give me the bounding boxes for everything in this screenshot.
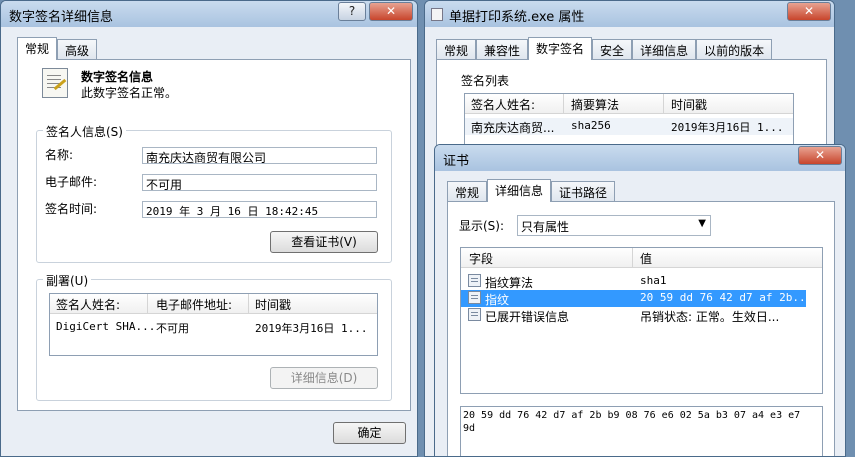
column-field[interactable]: 字段 (469, 250, 493, 267)
countersignature-group-title: 副署(U) (43, 272, 92, 289)
tab-details[interactable]: 详细信息 (632, 39, 697, 59)
list-header: 签名人姓名: 摘要算法 时间戳 (465, 94, 793, 114)
title-bar[interactable]: 单据打印系统.exe 属性 ✕ (425, 1, 834, 27)
tab-compatibility[interactable]: 兼容性 (476, 39, 529, 59)
tab-certification-path[interactable]: 证书路径 (551, 181, 616, 201)
field-list[interactable]: 字段 值 指纹算法 sha1 指纹 20 59 dd 76 42 d7 af 2… (460, 247, 823, 394)
close-button[interactable]: ✕ (369, 2, 413, 21)
window-icon (431, 8, 443, 21)
row-signer-name: DigiCert SHA... (56, 320, 156, 333)
signature-info-title: 数字签名信息 (81, 70, 154, 84)
detail-line: 20 59 dd 76 42 d7 af 2b b9 08 76 e6 02 5… (463, 410, 801, 421)
signing-time-field[interactable]: 2019 年 3 月 16 日 18:42:45 (142, 201, 377, 218)
column-email[interactable]: 电子邮件地址: (156, 296, 232, 313)
list-header: 字段 值 (461, 248, 822, 268)
details-button[interactable]: 详细信息(D) (270, 367, 378, 389)
name-field[interactable]: 南充庆达商贸有限公司 (142, 147, 377, 164)
column-value[interactable]: 值 (640, 250, 652, 267)
certificate-window: 证书 ✕ 常规 详细信息 证书路径 显示(S): 只有属性 ▼ 字段 值 指纹算… (434, 144, 846, 457)
show-select-value: 只有属性 (521, 220, 570, 234)
tab-general[interactable]: 常规 (17, 37, 58, 60)
field-icon (468, 274, 481, 287)
window-title: 单据打印系统.exe 属性 (449, 10, 585, 25)
view-certificate-button[interactable]: 查看证书(V) (270, 231, 378, 253)
title-bar[interactable]: 数字签名详细信息 ? ✕ (1, 1, 417, 27)
tab-details[interactable]: 详细信息 (487, 179, 552, 202)
tab-security[interactable]: 安全 (592, 39, 633, 59)
row-digest-algorithm: sha256 (571, 119, 611, 132)
table-row[interactable]: DigiCert SHA... 不可用 2019年3月16日 1... (50, 319, 377, 336)
signature-list-label: 签名列表 (461, 74, 510, 88)
name-label: 名称: (45, 148, 74, 162)
show-select[interactable]: 只有属性 ▼ (517, 215, 711, 236)
signing-time-label: 签名时间: (45, 202, 98, 216)
column-digest-algorithm[interactable]: 摘要算法 (571, 96, 619, 113)
signature-details-window: 数字签名详细信息 ? ✕ 常规 高级 数字签名信息 此数字签名正常。 签名人信息… (0, 0, 418, 457)
column-signer-name[interactable]: 签名人姓名: (56, 296, 120, 313)
list-header: 签名人姓名: 电子邮件地址: 时间戳 (50, 294, 377, 314)
close-button[interactable]: ✕ (798, 146, 842, 165)
tab-digital-signature[interactable]: 数字签名 (528, 37, 593, 60)
tab-advanced[interactable]: 高级 (57, 39, 98, 59)
window-title: 数字签名详细信息 (9, 10, 114, 25)
list-item[interactable]: 指纹 20 59 dd 76 42 d7 af 2b... (461, 290, 812, 307)
column-timestamp[interactable]: 时间戳 (255, 296, 291, 313)
field-value: 吊销状态: 正常。生效日... (640, 310, 780, 324)
tab-panel: 显示(S): 只有属性 ▼ 字段 值 指纹算法 sha1 指纹 20 59 dd… (447, 201, 835, 456)
field-icon (468, 308, 481, 321)
certificate-icon (42, 68, 68, 98)
field-name: 指纹 (485, 293, 510, 307)
signature-status-text: 此数字签名正常。 (81, 86, 178, 100)
column-signer-name[interactable]: 签名人姓名: (471, 96, 535, 113)
tab-general[interactable]: 常规 (436, 39, 477, 59)
tab-previous-versions[interactable]: 以前的版本 (696, 39, 773, 59)
field-detail-box[interactable]: 20 59 dd 76 42 d7 af 2b b9 08 76 e6 02 5… (460, 406, 823, 456)
signer-info-group-title: 签名人信息(S) (43, 123, 126, 140)
row-email: 不可用 (156, 322, 189, 335)
detail-line: 9d (463, 423, 476, 434)
chevron-down-icon: ▼ (698, 218, 706, 229)
field-icon (468, 291, 481, 304)
column-timestamp[interactable]: 时间戳 (671, 96, 707, 113)
field-value: sha1 (640, 274, 667, 287)
field-value: 20 59 dd 76 42 d7 af 2b... (640, 291, 813, 304)
email-label: 电子邮件: (45, 175, 98, 189)
show-label: 显示(S): (459, 219, 505, 233)
email-field[interactable]: 不可用 (142, 174, 377, 191)
row-timestamp: 2019年3月16日 1... (255, 322, 368, 335)
table-row[interactable]: 南充庆达商贸... sha256 2019年3月16日 1... (465, 118, 793, 135)
field-name: 已展开错误信息 (485, 310, 570, 324)
row-timestamp: 2019年3月16日 1... (671, 121, 784, 134)
countersignature-list[interactable]: 签名人姓名: 电子邮件地址: 时间戳 DigiCert SHA... 不可用 2… (49, 293, 378, 356)
window-title: 证书 (443, 154, 470, 169)
ok-button[interactable]: 确定 (333, 422, 406, 444)
tab-panel: 数字签名信息 此数字签名正常。 签名人信息(S) 名称: 南充庆达商贸有限公司 … (17, 59, 411, 411)
help-button[interactable]: ? (338, 2, 366, 21)
list-item[interactable]: 已展开错误信息 吊销状态: 正常。生效日... (461, 307, 822, 324)
list-item[interactable]: 指纹算法 sha1 (461, 273, 822, 290)
field-name: 指纹算法 (485, 276, 534, 290)
row-signer-name: 南充庆达商贸... (471, 121, 555, 135)
tab-general[interactable]: 常规 (447, 181, 488, 201)
close-button[interactable]: ✕ (787, 2, 831, 21)
title-bar[interactable]: 证书 ✕ (435, 145, 845, 171)
